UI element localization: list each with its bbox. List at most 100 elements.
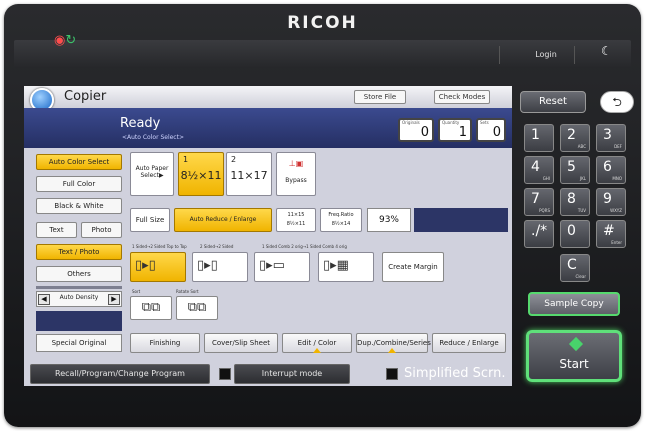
duplex-icon: ▯▸▯: [135, 258, 156, 273]
tile-label: Full Size: [135, 216, 165, 224]
key-sublabel: Clear: [575, 274, 586, 279]
key-dot-star[interactable]: ./*: [524, 220, 554, 248]
preset-ratio-1-button[interactable]: 11×15 8½×11: [276, 208, 316, 232]
key-sublabel: MNO: [612, 176, 622, 181]
key-8[interactable]: 8 TUV: [560, 188, 590, 216]
app-title: Copier: [64, 89, 107, 104]
moon-icon[interactable]: ☾: [601, 44, 612, 58]
text-original-button[interactable]: Text: [36, 222, 77, 238]
bypass-button[interactable]: ⊥▣ Bypass: [276, 152, 316, 196]
recall-program-button[interactable]: Recall/Program/Change Program: [30, 364, 210, 384]
simplified-indicator: [386, 368, 398, 380]
status-ready: Ready: [120, 116, 161, 131]
ratio-value: 93%: [367, 208, 411, 232]
density-display: [36, 311, 122, 331]
counter-label: Quantity: [442, 120, 460, 125]
tray-number: 1: [183, 155, 189, 164]
login-button[interactable]: Login: [526, 48, 566, 62]
tab-cover-slip-sheet[interactable]: Cover/Slip Sheet: [204, 333, 278, 353]
check-modes-button[interactable]: Check Modes: [434, 90, 490, 104]
duplex-label: 1 Sided→2 Sided Top to Top: [132, 244, 187, 249]
start-button[interactable]: Start: [526, 330, 622, 382]
others-original-button[interactable]: Others: [36, 266, 122, 282]
reset-button[interactable]: Reset: [520, 91, 586, 113]
key-5[interactable]: 5 JKL: [560, 156, 590, 184]
combine-4-button[interactable]: ▯▸▦: [318, 252, 374, 282]
duplex-label: 2 Sided→2 Sided: [200, 244, 234, 249]
key-0[interactable]: 0: [560, 220, 590, 248]
counter-value: 0: [420, 125, 429, 140]
interrupt-mode-button[interactable]: Interrupt mode: [234, 364, 350, 384]
rotate-sort-button[interactable]: ⧉⧉: [176, 296, 218, 320]
density-control: ◀ Auto Density ▶: [36, 291, 122, 307]
key-4[interactable]: 4 GHI: [524, 156, 554, 184]
full-color-button[interactable]: Full Color: [36, 176, 122, 192]
back-icon[interactable]: ⮌: [600, 91, 634, 113]
key-label: 6: [603, 159, 612, 175]
status-subtitle: <Auto Color Select>: [122, 134, 184, 141]
density-increase-button[interactable]: ▶: [108, 294, 120, 305]
tray1-button[interactable]: 1 8½×11: [178, 152, 224, 196]
key-label: 2: [567, 127, 576, 143]
density-track: [36, 286, 122, 289]
key-sublabel: PQRS: [539, 208, 550, 213]
two-to-two-sided-button[interactable]: ▯▸▯: [192, 252, 248, 282]
key-2[interactable]: 2 ABC: [560, 124, 590, 152]
key-enter[interactable]: # Enter: [596, 220, 626, 248]
sort-label: Sort: [132, 289, 141, 294]
auto-reduce-enlarge-button[interactable]: Auto Reduce / Enlarge: [174, 208, 272, 232]
density-decrease-button[interactable]: ◀: [38, 294, 50, 305]
key-label: C: [567, 257, 577, 273]
auto-paper-select-button[interactable]: Auto Paper Select▶: [130, 152, 174, 196]
quantity-counter: Quantity 1: [438, 118, 472, 142]
tab-finishing[interactable]: Finishing: [130, 333, 200, 353]
key-9[interactable]: 9 WXYZ: [596, 188, 626, 216]
active-indicator: [313, 348, 321, 353]
simplified-screen-button[interactable]: Simplified Scrn.: [404, 366, 505, 381]
counter-label: Originals: [402, 120, 420, 125]
start-indicator-icon: [568, 336, 584, 352]
tile-label: 8½×14: [331, 221, 351, 227]
key-sublabel: JKL: [579, 176, 586, 181]
tab-reduce-enlarge[interactable]: Reduce / Enlarge: [432, 333, 506, 353]
tile-label: 8½×11: [286, 221, 306, 227]
active-indicator: [388, 348, 396, 353]
key-label: 3: [603, 127, 612, 143]
full-size-button[interactable]: Full Size: [130, 208, 170, 232]
start-label: Start: [559, 357, 589, 371]
color-refresh-icon: ◉↻: [54, 33, 77, 48]
counter-value: 1: [458, 125, 467, 140]
key-sublabel: ABC: [577, 144, 586, 149]
auto-density-button[interactable]: Auto Density: [51, 294, 107, 301]
black-white-button[interactable]: Black & White: [36, 198, 122, 214]
text-photo-original-button[interactable]: Text / Photo: [36, 244, 122, 260]
sample-copy-button[interactable]: Sample Copy: [528, 292, 620, 316]
counter-label: Sets: [480, 120, 489, 125]
one-to-two-sided-button[interactable]: ▯▸▯: [130, 252, 186, 282]
key-label: ./*: [531, 223, 548, 239]
combine-icon: ▯▸▭: [259, 258, 285, 273]
key-label: 0: [567, 223, 576, 239]
store-file-button[interactable]: Store File: [354, 90, 406, 104]
photo-original-button[interactable]: Photo: [81, 222, 122, 238]
tile-label: Auto Paper Select▶: [135, 165, 169, 179]
key-7[interactable]: 7 PQRS: [524, 188, 554, 216]
tray2-button[interactable]: 2 11×17: [226, 152, 272, 196]
key-3[interactable]: 3 DEF: [596, 124, 626, 152]
key-clear[interactable]: C Clear: [560, 254, 590, 282]
auto-color-select-button[interactable]: Auto Color Select: [36, 154, 122, 170]
rotate-sort-icon: ⧉⧉: [187, 300, 207, 315]
interrupt-indicator: [219, 368, 231, 380]
counter-value: 0: [492, 125, 501, 140]
special-original-button[interactable]: Special Original: [36, 334, 122, 352]
combine-2-button[interactable]: ▯▸▭: [254, 252, 310, 282]
key-6[interactable]: 6 MNO: [596, 156, 626, 184]
duplex-label: 1 Sided Comb 2 orig→1 Sided Comb 4 orig: [262, 244, 347, 249]
create-margin-button[interactable]: Create Margin: [382, 252, 444, 282]
key-1[interactable]: 1: [524, 124, 554, 152]
sort-button[interactable]: ⧉⧉: [130, 296, 172, 320]
preset-ratio-2-button[interactable]: Freq.Ratio 8½×14: [320, 208, 362, 232]
duplex-icon: ▯▸▯: [197, 258, 218, 273]
brand-logo: RICOH: [287, 13, 358, 33]
key-label: 4: [531, 159, 540, 175]
